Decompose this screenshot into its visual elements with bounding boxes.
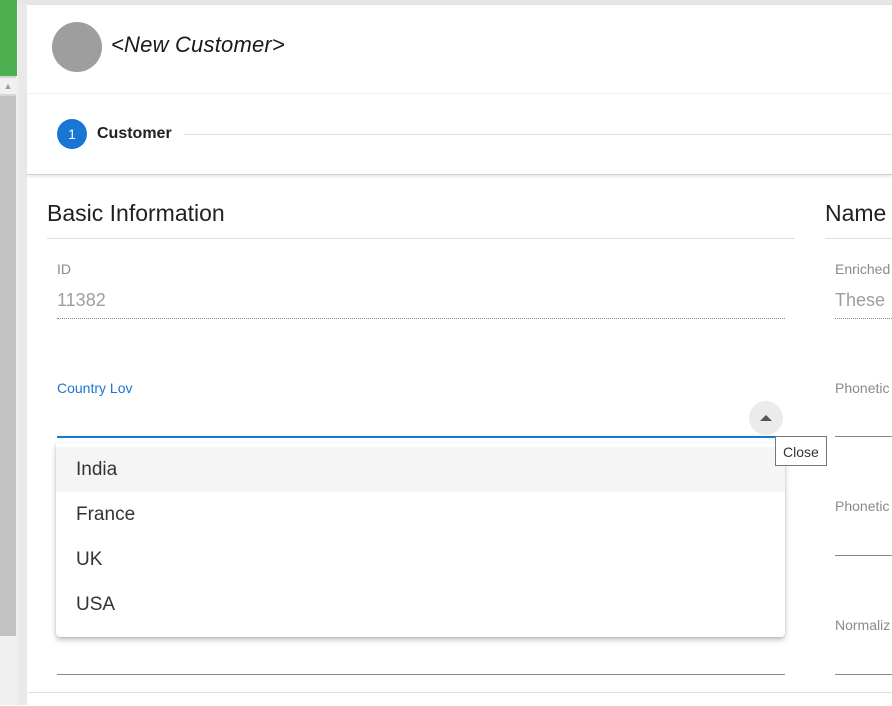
caret-up-icon bbox=[760, 415, 772, 421]
phonetic-label-2: Phonetic bbox=[835, 498, 890, 514]
enriched-field-underline bbox=[835, 318, 892, 319]
normalized-label: Normaliz bbox=[835, 617, 891, 633]
phonetic-label-1: Phonetic bbox=[835, 380, 890, 396]
step-number-badge[interactable]: 1 bbox=[57, 119, 87, 149]
option-uk[interactable]: UK bbox=[56, 537, 785, 582]
enriched-label: Enriched bbox=[835, 261, 891, 277]
stepper: 1 Customer bbox=[27, 94, 892, 175]
normalized-input[interactable] bbox=[835, 674, 892, 675]
scrollbar-thumb[interactable] bbox=[0, 96, 16, 636]
step-label[interactable]: Customer bbox=[97, 125, 172, 143]
option-usa[interactable]: USA bbox=[56, 582, 785, 627]
avatar bbox=[52, 22, 102, 72]
dialog-bottom-divider bbox=[27, 692, 892, 693]
name-heading: Name bbox=[825, 200, 887, 226]
step-connector-line bbox=[184, 134, 892, 135]
close-tooltip: Close bbox=[775, 436, 827, 466]
country-lov-label: Country Lov bbox=[57, 380, 133, 396]
country-lov-input[interactable] bbox=[57, 436, 785, 438]
id-field-underline bbox=[57, 318, 785, 319]
phonetic-input-1[interactable] bbox=[835, 436, 892, 437]
new-customer-dialog: <New Customer> 1 Customer Basic Informat… bbox=[27, 4, 892, 706]
country-options-dropdown: India France UK USA bbox=[56, 443, 785, 637]
id-value: 11382 bbox=[57, 290, 106, 310]
country-lov-toggle-button[interactable] bbox=[749, 401, 783, 435]
background-app-green-bar bbox=[0, 0, 17, 76]
basic-information-heading: Basic Information bbox=[47, 200, 225, 226]
scroll-up-arrow-icon[interactable]: ▲ bbox=[0, 78, 16, 94]
option-france[interactable]: France bbox=[56, 492, 785, 537]
basic-information-divider bbox=[47, 238, 795, 239]
option-india[interactable]: India bbox=[56, 447, 785, 492]
name-section-divider bbox=[825, 238, 892, 239]
dialog-backdrop-edge bbox=[18, 0, 27, 705]
dialog-header: <New Customer> bbox=[27, 5, 892, 94]
enriched-value: These bbox=[835, 290, 886, 310]
id-label: ID bbox=[57, 261, 71, 277]
next-field-underline[interactable] bbox=[57, 674, 785, 675]
page-title: <New Customer> bbox=[111, 32, 285, 57]
phonetic-input-2[interactable] bbox=[835, 555, 892, 556]
